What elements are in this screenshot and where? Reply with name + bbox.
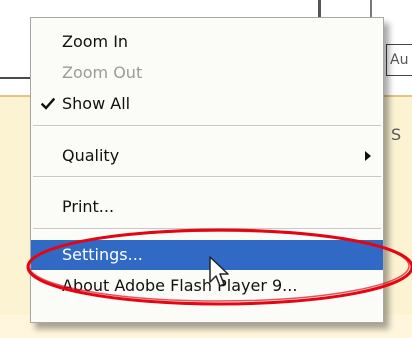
- submenu-arrow-icon: [365, 151, 371, 161]
- flash-context-menu: Zoom In Zoom Out Show All Quality Print.…: [30, 17, 384, 323]
- menu-item-show-all[interactable]: Show All: [31, 89, 383, 119]
- menu-item-settings[interactable]: Settings...: [31, 240, 383, 270]
- menu-item-zoom-out: Zoom Out: [31, 58, 383, 88]
- menu-item-quality[interactable]: Quality: [31, 141, 383, 171]
- menu-separator: [33, 228, 381, 230]
- background-text: S: [391, 125, 402, 144]
- menu-item-label: Print...: [62, 197, 115, 216]
- menu-separator: [33, 125, 381, 127]
- menu-item-label: Quality: [62, 146, 120, 165]
- menu-item-print[interactable]: Print...: [31, 192, 383, 222]
- menu-item-label: Zoom In: [62, 32, 129, 51]
- menu-separator: [33, 176, 381, 178]
- background-text: Au: [390, 52, 409, 68]
- menu-item-label: Show All: [62, 94, 131, 113]
- menu-item-label: Settings...: [62, 245, 143, 264]
- screenshot-stage: Au S Zoom In Zoom Out Show All Quality P…: [0, 0, 412, 338]
- menu-item-about-flash-player[interactable]: About Adobe Flash Player 9...: [31, 271, 383, 301]
- menu-item-label: Zoom Out: [62, 63, 143, 82]
- menu-item-zoom-in[interactable]: Zoom In: [31, 27, 383, 57]
- mouse-cursor-icon: [209, 256, 229, 287]
- check-mark-icon: [41, 97, 55, 110]
- menu-item-label: About Adobe Flash Player 9...: [62, 276, 298, 295]
